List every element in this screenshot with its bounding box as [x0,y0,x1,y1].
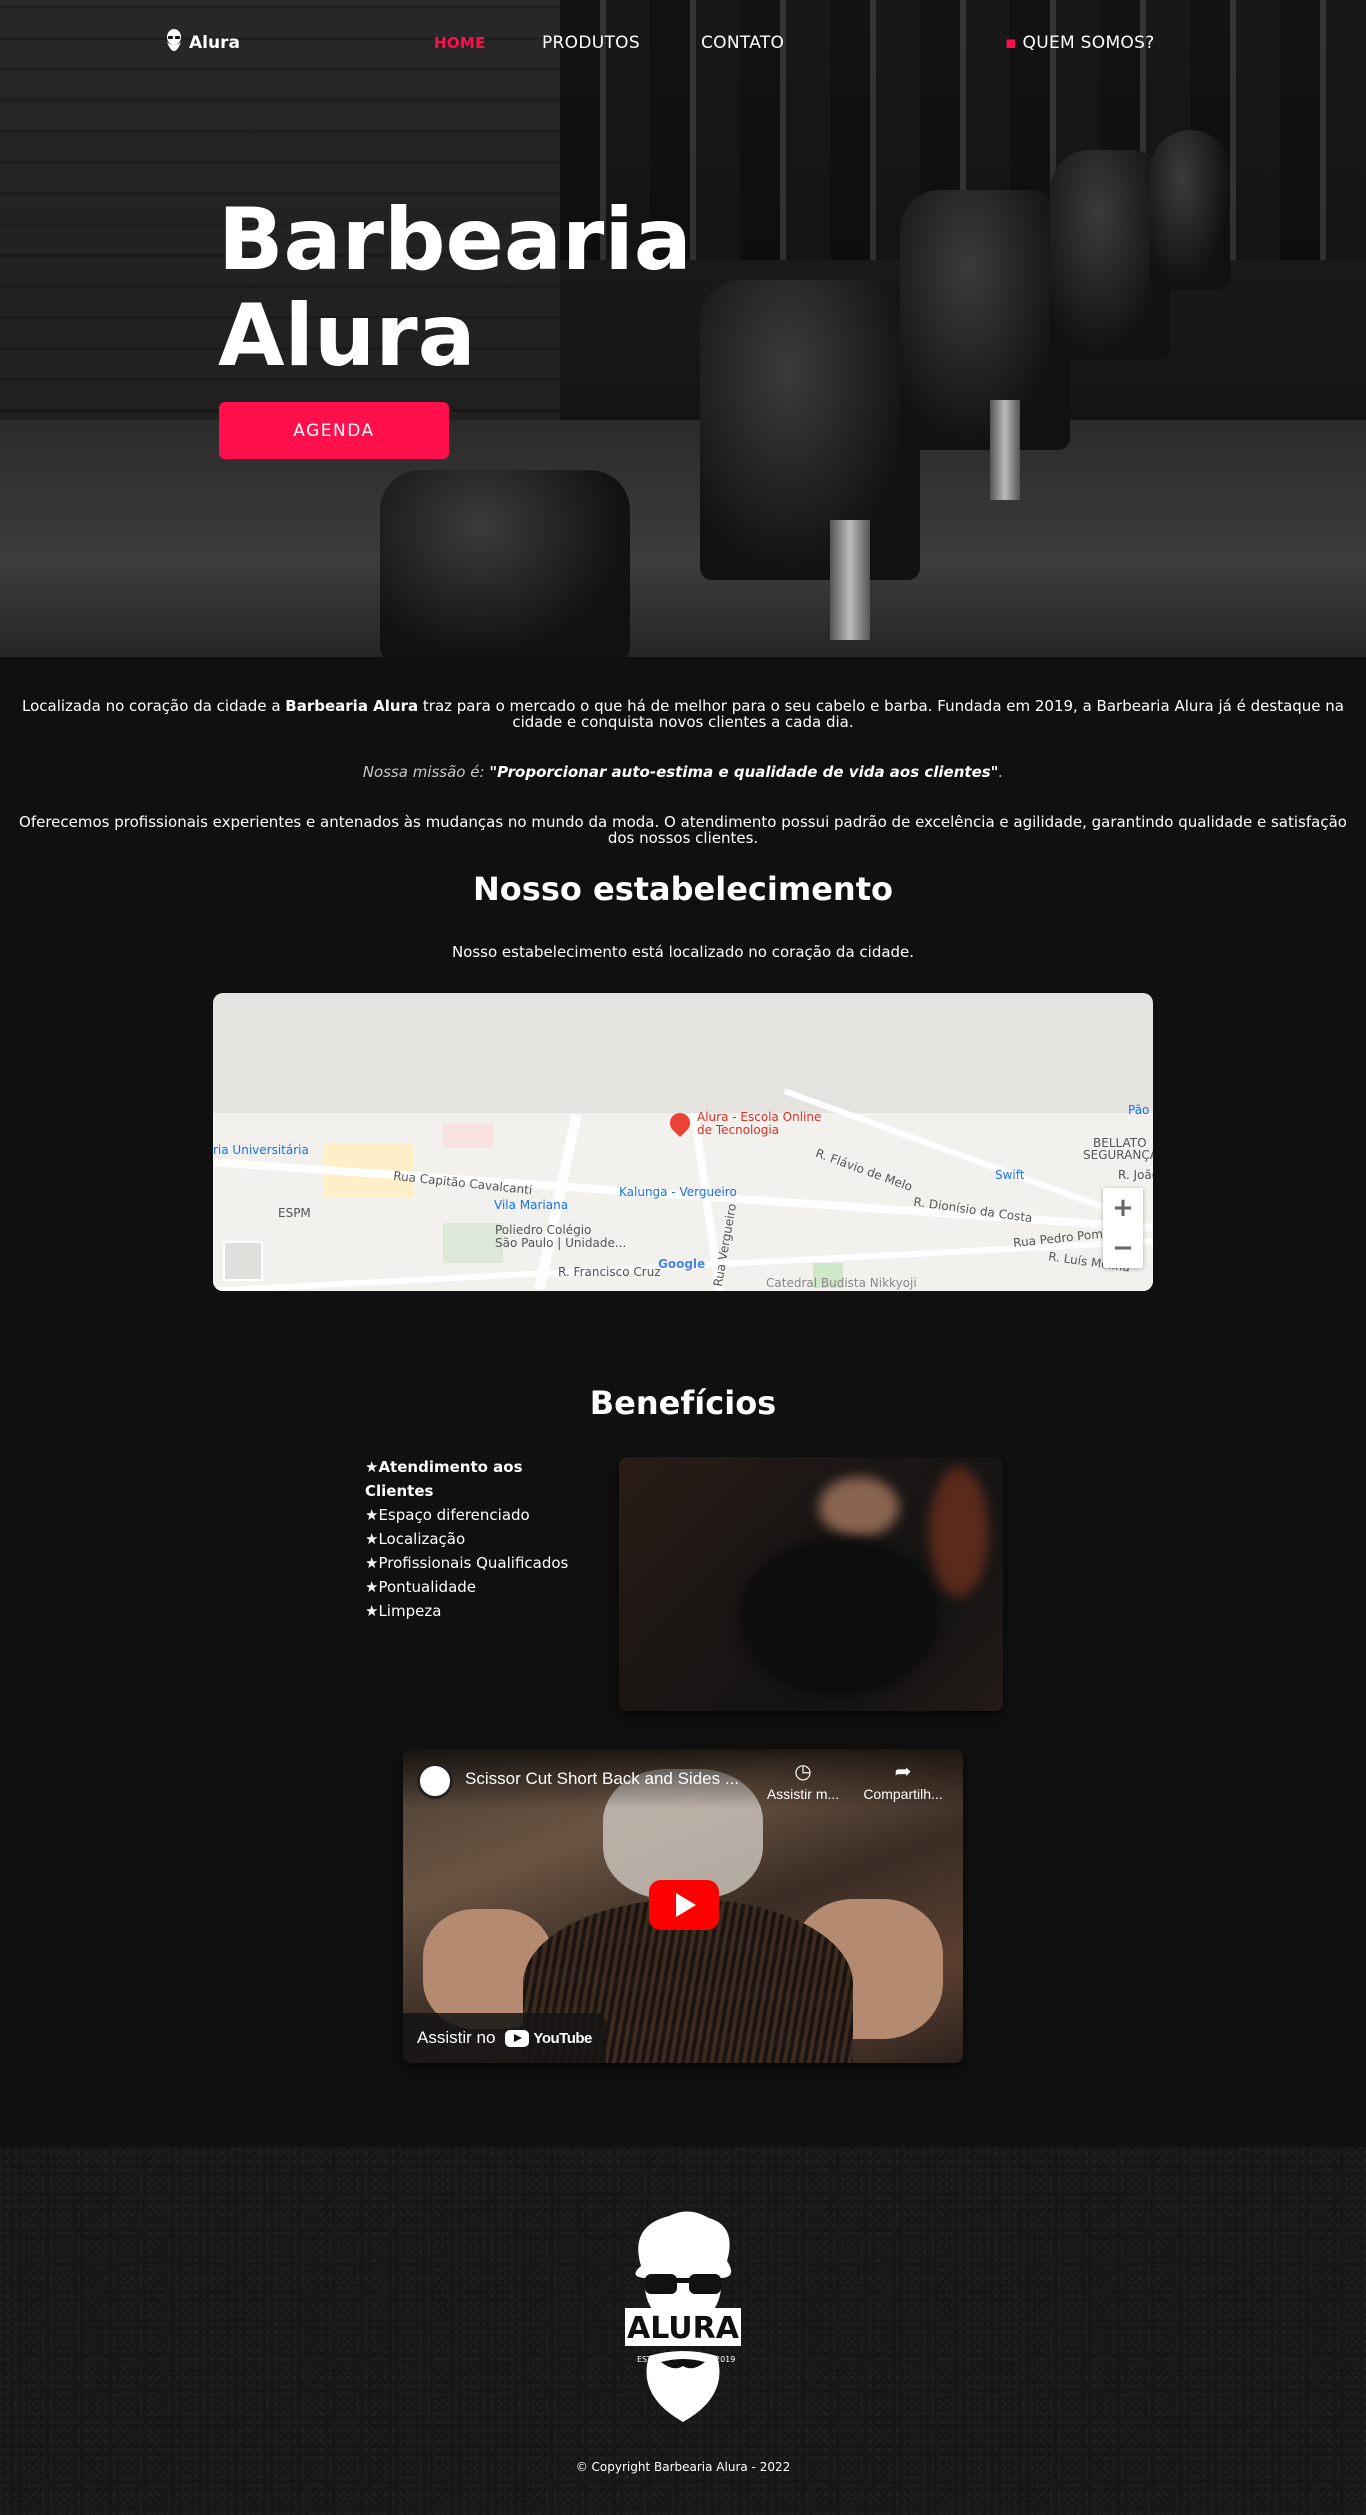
map-label: Vila Mariana [494,1198,569,1212]
map-label: ria Universitária [213,1143,309,1157]
hero-title-line2: Alura [218,286,476,386]
benefit-item: ★Localização [365,1530,466,1548]
barber-chair-base-image [990,400,1020,500]
google-logo: Google [658,1257,706,1271]
benefits-list: ★Atendimento aos Clientes ★Espaço difere… [365,1455,585,1623]
map-label: R. Francisco Cruz [558,1265,661,1279]
share-icon: ➦ [894,1761,912,1783]
copyright-text: © Copyright Barbearia Alura - 2022 [575,2460,791,2474]
zoom-in-button[interactable]: + [1103,1188,1143,1228]
benefit-item: ★Limpeza [365,1602,442,1620]
youtube-logo: YouTube [505,2029,592,2047]
map-zoom-control: + − [1103,1188,1143,1268]
about-text: Localizada no coração da cidade a [21,697,286,715]
about-paragraph: Localizada no coração da cidade a Barbea… [0,698,1366,730]
play-icon [676,1893,696,1917]
about-section: Localizada no coração da cidade a Barbea… [0,698,1366,846]
zoom-out-button[interactable]: − [1103,1228,1143,1268]
agenda-button[interactable]: AGENDA [219,402,449,459]
map-label: São Paulo | Unidade... [495,1236,627,1250]
map-label: ESPM [278,1206,311,1220]
mission-label: Nossa missão é: [362,763,490,781]
mission-statement: Nossa missão é: "Proporcionar auto-estim… [0,764,1366,780]
benefit-item: ★Espaço diferenciado [365,1506,530,1524]
location-map[interactable]: Alura - Escola Online de Tecnologia ria … [213,993,1153,1291]
benefit-item: ★Pontualidade [365,1578,477,1596]
map-label-alura-2: de Tecnologia [697,1123,780,1137]
barber-chair-image [1150,130,1230,290]
nav-link-quem-somos-label: QUEM SOMOS? [1022,33,1155,53]
establishment-title: Nosso estabelecimento [473,870,893,908]
about-brand: Barbearia Alura [285,697,419,715]
video-title[interactable]: Scissor Cut Short Back and Sides ... [465,1769,739,1789]
share-label: Compartilh... [863,1786,943,1802]
map-label: Poliedro Colégio [495,1223,592,1237]
nav-link-contato[interactable]: CONTATO [701,33,784,53]
hero-title: Barbearia Alura [218,192,692,384]
map-label: Catedral Budista Nikkyoji [766,1276,917,1290]
barber-chair-image [380,470,630,657]
channel-avatar-icon[interactable] [417,1763,453,1799]
clock-icon: ◷ [794,1761,812,1783]
play-button[interactable] [649,1880,719,1930]
benefit-item: ★Atendimento aos Clientes [365,1458,523,1500]
navbar: Alura HOME PRODUTOS CONTATO ▪ QUEM SOMOS… [0,0,1366,90]
alura-barber-logo: ALURA ESTD 2019 [625,2211,741,2422]
barber-chair-image [900,190,1070,450]
benefit-item: ★Profissionais Qualificados [365,1554,569,1572]
barber-chair-base-image [830,520,870,640]
nav-link-home[interactable]: HOME [434,34,486,52]
map-park [443,1223,503,1263]
youtube-wordmark: YouTube [533,2029,592,2047]
about-text-cont: traz para o mercado o que há de melhor p… [418,697,1344,731]
mission-quote: "Proporcionar auto-estima e qualidade de… [489,763,999,781]
establishment-subtitle: Nosso estabelecimento está localizado no… [451,943,915,961]
footer: ALURA ESTD 2019 © Copyright Barbearia Al… [0,2147,1366,2515]
barber-chair-image [700,280,920,580]
map-label: R. João [1118,1168,1153,1182]
services-paragraph: Oferecemos profissionais experientes e a… [19,813,1347,847]
map-park [443,1123,493,1148]
map-label: Swift [995,1168,1025,1182]
youtube-video-embed[interactable]: Scissor Cut Short Back and Sides ... ◷ As… [403,1749,963,2063]
nav-link-quem-somos[interactable]: ▪ QUEM SOMOS? [1005,33,1155,53]
watch-later-label: Assistir m... [766,1786,840,1802]
map-fullscreen-button[interactable] [223,1241,263,1281]
logo-text: Alura [189,33,240,53]
footer-logo-text: ALURA [627,2311,740,2346]
hero-title-line1: Barbearia [218,190,692,290]
image-detail [819,1477,899,1537]
nav-link-produtos[interactable]: PRODUTOS [542,33,640,53]
map-label-alura: Alura - Escola Online [697,1110,822,1124]
hero-section: Alura HOME PRODUTOS CONTATO ▪ QUEM SOMOS… [0,0,1366,657]
watch-on-youtube-button[interactable]: Assistir no YouTube [403,2013,606,2063]
map-label: Kalunga - Vergueiro [619,1185,737,1199]
map-label: Pão [1128,1103,1150,1117]
nav-marker-icon: ▪ [1005,33,1017,53]
nav-logo[interactable]: Alura [165,28,240,58]
youtube-play-icon [505,2029,530,2047]
mission-end: . [998,763,1004,781]
image-detail [929,1467,989,1597]
map-label: SEGURANÇA E [1083,1148,1153,1162]
benefits-title: Benefícios [589,1384,777,1422]
share-button[interactable]: ➦ Compartilh... [858,1759,948,1802]
barber-logo-icon [167,29,181,51]
image-detail [739,1537,939,1697]
barber-shaving-image [619,1457,1003,1711]
hero-background-floor [0,420,1366,657]
watch-on-label: Assistir no [417,2028,496,2047]
watch-later-button[interactable]: ◷ Assistir m... [758,1759,848,1802]
